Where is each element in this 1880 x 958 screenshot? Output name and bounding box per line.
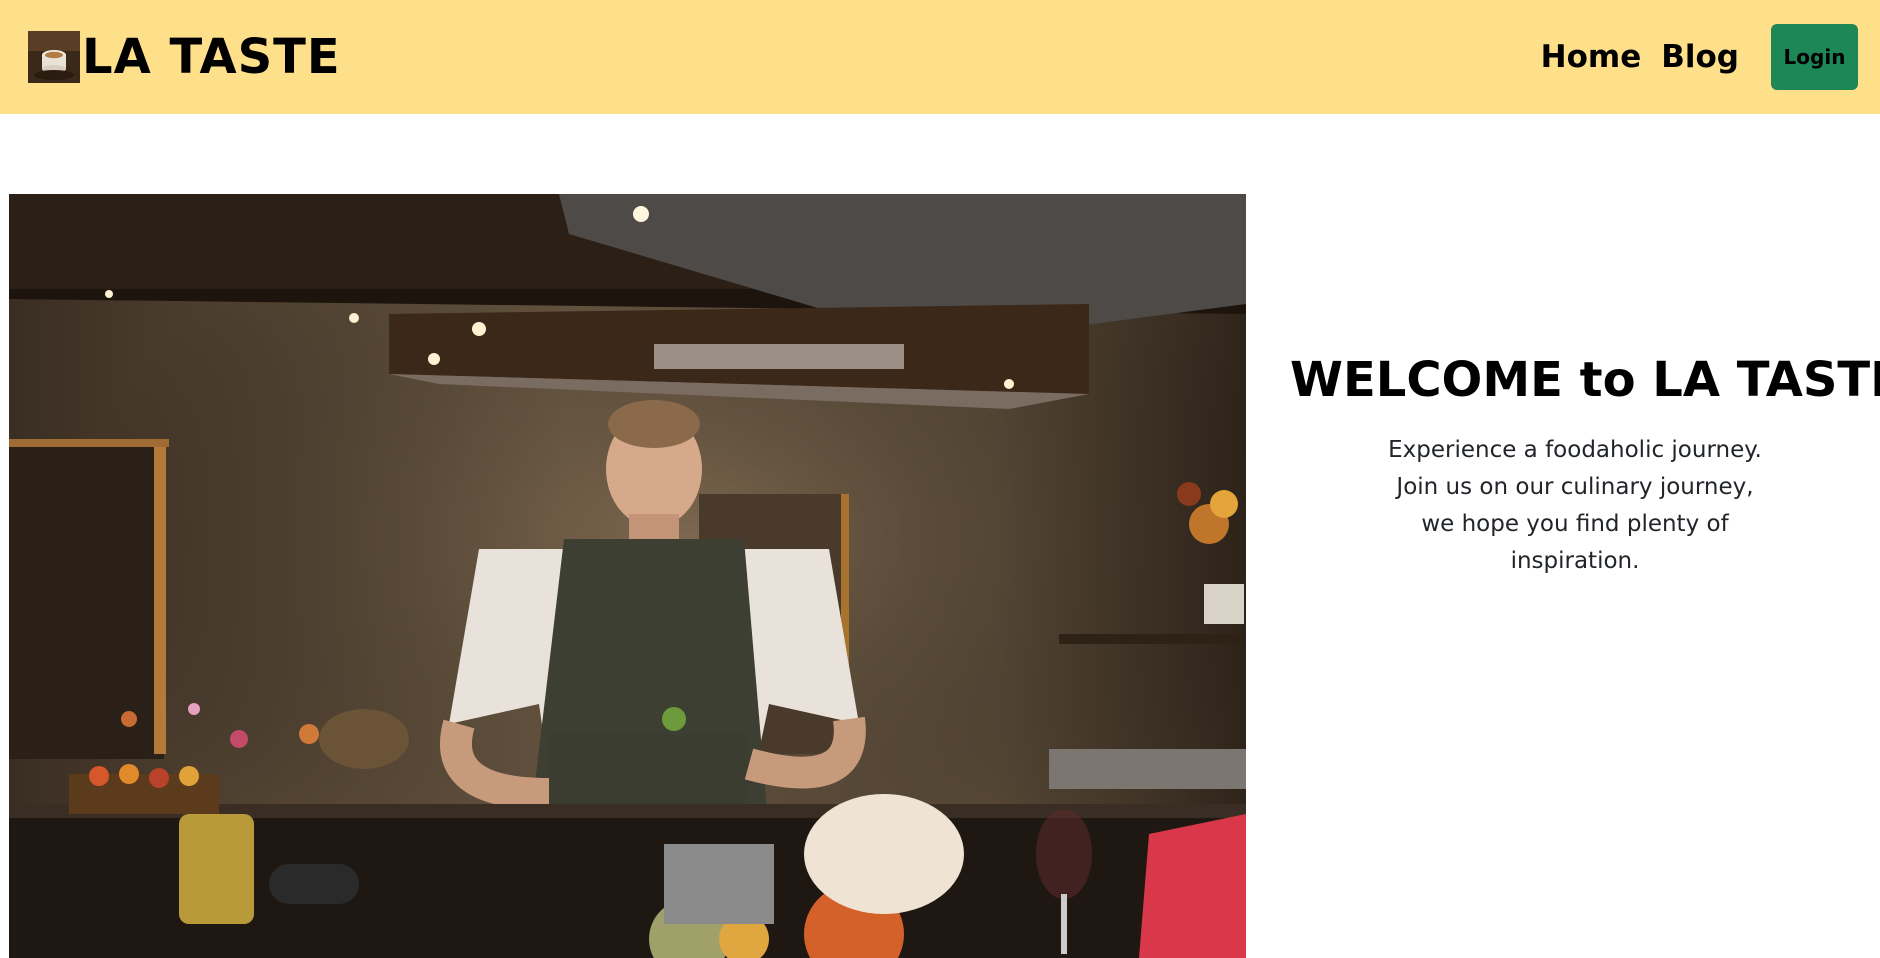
nav-link-home[interactable]: Home [1541, 39, 1642, 75]
nav-link-blog[interactable]: Blog [1661, 39, 1739, 75]
brand[interactable]: LA TASTE [28, 31, 341, 83]
welcome-section: WELCOME to LA TASTE Experience a foodaho… [1290, 352, 1880, 580]
chef-kitchen-photo [9, 194, 1246, 958]
top-navbar: LA TASTE Home Blog Login [0, 0, 1880, 114]
nav-links: Home Blog Login [1541, 24, 1858, 90]
login-button[interactable]: Login [1771, 24, 1858, 90]
welcome-text: Experience a foodaholic journey. Join us… [1388, 436, 1762, 574]
brand-name: LA TASTE [82, 29, 341, 85]
coffee-cup-logo-icon [28, 31, 80, 83]
welcome-title: WELCOME to LA TASTE [1290, 352, 1880, 408]
